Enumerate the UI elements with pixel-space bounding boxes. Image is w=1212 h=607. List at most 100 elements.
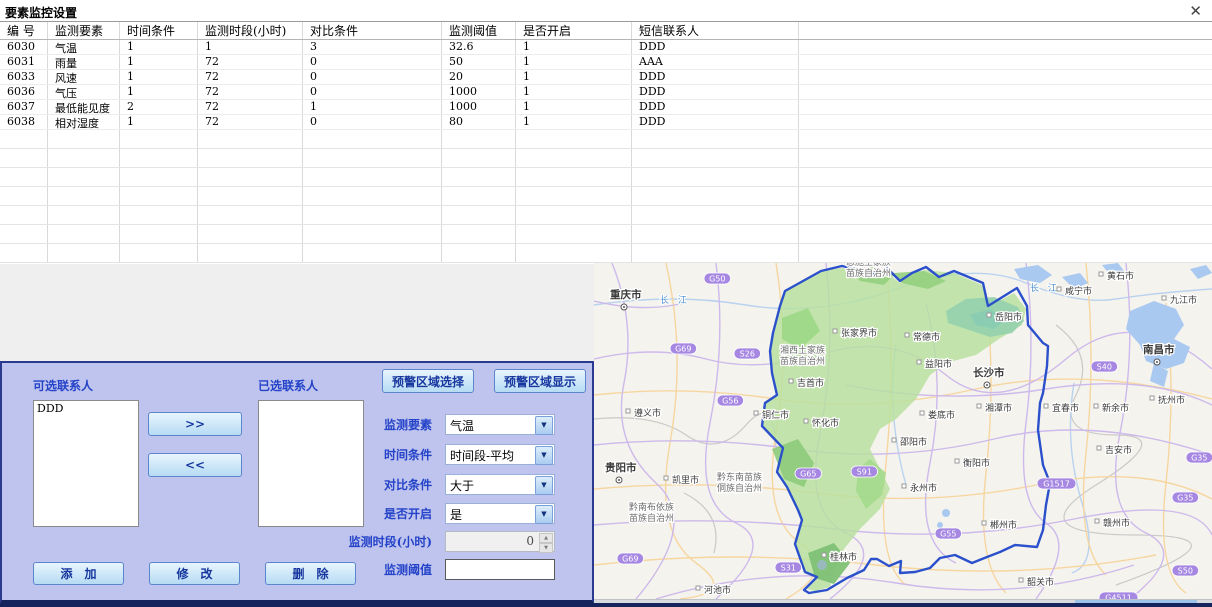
road-badge-label: S26	[740, 350, 755, 359]
region-label: 侗族自治州	[717, 482, 762, 494]
cell-filler	[799, 70, 1212, 84]
cell: 6030	[0, 40, 48, 54]
cell: 气压	[48, 85, 120, 99]
cell	[48, 225, 120, 243]
cell	[198, 244, 303, 262]
city-label: 九江市	[1170, 294, 1197, 306]
cell: 1	[516, 100, 632, 114]
region-label: 苗族自治州	[629, 512, 674, 524]
column-header[interactable]: 对比条件	[303, 22, 442, 39]
table-row[interactable]: 6036气压172010001DDD	[0, 85, 1212, 100]
cell	[120, 187, 198, 205]
city-label: 长沙市	[973, 366, 1005, 379]
cell-filler	[799, 168, 1212, 186]
compare-condition-select[interactable]: 大于 ▼	[445, 474, 555, 495]
cell	[632, 149, 799, 167]
cell: 20	[442, 70, 516, 84]
chevron-down-icon[interactable]: ▼	[535, 476, 553, 495]
cell: 风速	[48, 70, 120, 84]
map-svg[interactable]: G50G69S26G56S40G65S91G69S31G55G1517G35G3…	[594, 263, 1212, 599]
chevron-down-icon[interactable]: ▼	[535, 505, 553, 524]
column-header[interactable]: 短信联系人	[632, 22, 799, 39]
cell: 2	[120, 100, 198, 114]
time-condition-select[interactable]: 时间段-平均 ▼	[445, 444, 555, 465]
table-row[interactable]: 6037最低能见度272110001DDD	[0, 100, 1212, 115]
road-badge-label: G35	[1177, 494, 1193, 503]
cell: 6033	[0, 70, 48, 84]
cell	[632, 130, 799, 148]
cell	[632, 225, 799, 243]
warn-area-select-button[interactable]: 预警区域选择	[382, 369, 474, 393]
close-icon[interactable]: ✕	[1189, 2, 1202, 20]
cell	[198, 187, 303, 205]
region-label: 苗族自治州	[846, 267, 891, 279]
cell: DDD	[632, 115, 799, 129]
city-label: 怀化市	[812, 417, 839, 429]
threshold-input[interactable]	[445, 559, 555, 580]
column-header[interactable]: 是否开启	[516, 22, 632, 39]
cell	[442, 168, 516, 186]
cell	[198, 168, 303, 186]
cell	[0, 149, 48, 167]
cell: 6037	[0, 100, 48, 114]
cell	[442, 225, 516, 243]
cell	[442, 130, 516, 148]
enabled-label: 是否开启	[280, 503, 432, 525]
table-empty-row	[0, 168, 1212, 187]
table-empty-row	[0, 206, 1212, 225]
city-label: 黄石市	[1107, 270, 1134, 282]
cell: 32.6	[442, 40, 516, 54]
cell	[442, 244, 516, 262]
road-badge-label: S50	[1178, 567, 1193, 576]
table-row[interactable]: 6033风速1720201DDD	[0, 70, 1212, 85]
region-label: 黔南布依族	[629, 501, 674, 513]
cell-filler	[799, 85, 1212, 99]
city-label: 重庆市	[610, 288, 642, 301]
add-button[interactable]: 添 加	[33, 562, 124, 585]
cell	[120, 244, 198, 262]
map-canvas[interactable]: G50G69S26G56S40G65S91G69S31G55G1517G35G3…	[594, 263, 1212, 599]
cell	[303, 244, 442, 262]
cell: 80	[442, 115, 516, 129]
enabled-select[interactable]: 是 ▼	[445, 503, 555, 524]
column-header[interactable]: 监测要素	[48, 22, 120, 39]
monitor-table: 编 号监测要素时间条件监测时段(小时)对比条件监测阈值是否开启短信联系人6030…	[0, 21, 1212, 264]
table-row[interactable]: 6031雨量1720501AAA	[0, 55, 1212, 70]
cell: 1000	[442, 85, 516, 99]
cell: DDD	[632, 100, 799, 114]
cell-filler	[799, 130, 1212, 148]
cell	[442, 206, 516, 224]
cell	[198, 225, 303, 243]
city-label: 宜春市	[1052, 402, 1079, 414]
table-row[interactable]: 6030气温11332.61DDD	[0, 40, 1212, 55]
chevron-down-icon[interactable]: ▼	[535, 446, 553, 465]
cell: 1	[516, 70, 632, 84]
cell: 0	[303, 85, 442, 99]
table-row[interactable]: 6038相对湿度1720801DDD	[0, 115, 1212, 130]
column-header[interactable]: 时间条件	[120, 22, 198, 39]
table-header-row: 编 号监测要素时间条件监测时段(小时)对比条件监测阈值是否开启短信联系人	[0, 22, 1212, 40]
cell-filler	[799, 225, 1212, 243]
cell	[632, 206, 799, 224]
road-badge-label: G65	[800, 470, 816, 479]
warn-area-show-button[interactable]: 预警区域显示	[494, 369, 586, 393]
delete-button[interactable]: 删 除	[265, 562, 356, 585]
cell	[48, 187, 120, 205]
monitor-element-select[interactable]: 气温 ▼	[445, 414, 555, 435]
table-empty-row	[0, 244, 1212, 263]
city-label: 衡阳市	[963, 457, 990, 469]
cell: 最低能见度	[48, 100, 120, 114]
cell-filler	[799, 187, 1212, 205]
chevron-down-icon[interactable]: ▼	[535, 416, 553, 435]
cell	[0, 225, 48, 243]
modify-button[interactable]: 修 改	[149, 562, 240, 585]
column-header[interactable]: 监测阈值	[442, 22, 516, 39]
road-badge-label: G56	[722, 397, 738, 406]
city-label: 邵阳市	[900, 436, 927, 448]
cell: 50	[442, 55, 516, 69]
cell: 0	[303, 115, 442, 129]
road-badge-label: S31	[781, 564, 796, 573]
city-label: 贵阳市	[605, 461, 637, 474]
column-header[interactable]: 监测时段(小时)	[198, 22, 303, 39]
column-header[interactable]: 编 号	[0, 22, 48, 39]
